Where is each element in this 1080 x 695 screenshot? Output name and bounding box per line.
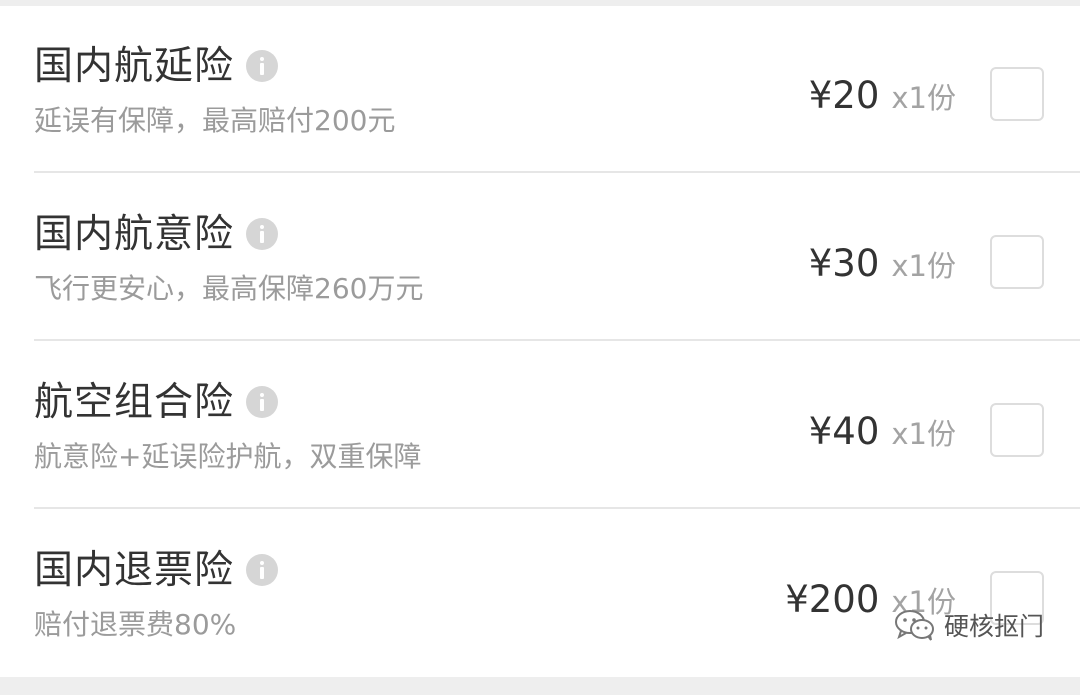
price-group: ¥40 x1份 [809, 402, 956, 462]
price-group: ¥30 x1份 [809, 234, 956, 294]
insurance-checkbox[interactable] [990, 67, 1044, 121]
row-title-line: 国内航意险 [34, 208, 279, 260]
insurance-title: 国内航延险 [34, 43, 235, 89]
insurance-checkbox[interactable] [990, 235, 1044, 289]
insurance-title: 国内退票险 [34, 547, 235, 593]
wechat-icon [894, 610, 934, 641]
insurance-row-accident[interactable]: 国内航意险 飞行更安心，最高保障260万元 ¥30 x1份 [0, 174, 1080, 341]
insurance-subtitle: 赔付退票费80% [34, 608, 237, 641]
insurance-price: ¥40 [808, 410, 880, 453]
insurance-quantity: x1份 [891, 249, 956, 283]
row-divider [34, 507, 1080, 509]
insurance-checkbox[interactable] [990, 403, 1044, 457]
insurance-price: ¥20 [808, 74, 880, 117]
insurance-title: 国内航意险 [34, 211, 235, 257]
bottom-divider [0, 677, 1080, 695]
insurance-row-refund[interactable]: 国内退票险 赔付退票费80% ¥200 x1份 [0, 510, 1080, 677]
info-icon[interactable] [246, 50, 279, 82]
info-icon[interactable] [246, 554, 279, 586]
insurance-row-delay[interactable]: 国内航延险 延误有保障，最高赔付200元 ¥20 x1份 [0, 6, 1080, 173]
insurance-subtitle: 航意险+延误险护航，双重保障 [34, 440, 422, 473]
watermark-text: 硬核抠门 [943, 612, 1044, 641]
insurance-price: ¥200 [785, 578, 880, 621]
insurance-quantity: x1份 [891, 417, 956, 451]
row-divider [34, 171, 1080, 173]
info-icon[interactable] [246, 386, 279, 418]
row-title-line: 国内航延险 [34, 40, 279, 92]
insurance-subtitle: 飞行更安心，最高保障260万元 [34, 272, 424, 305]
insurance-subtitle: 延误有保障，最高赔付200元 [34, 104, 396, 137]
insurance-row-combo[interactable]: 航空组合险 航意险+延误险护航，双重保障 ¥40 x1份 [0, 342, 1080, 509]
insurance-price: ¥30 [808, 242, 880, 285]
insurance-list: 国内航延险 延误有保障，最高赔付200元 ¥20 x1份 国内航意险 飞行更安心… [0, 6, 1080, 677]
insurance-title: 航空组合险 [34, 379, 235, 425]
watermark: 硬核抠门 [894, 607, 1044, 643]
row-divider [34, 339, 1080, 341]
info-icon[interactable] [246, 218, 279, 250]
price-group: ¥20 x1份 [809, 66, 956, 126]
row-title-line: 国内退票险 [34, 544, 279, 596]
row-title-line: 航空组合险 [34, 376, 279, 428]
insurance-quantity: x1份 [891, 81, 956, 115]
